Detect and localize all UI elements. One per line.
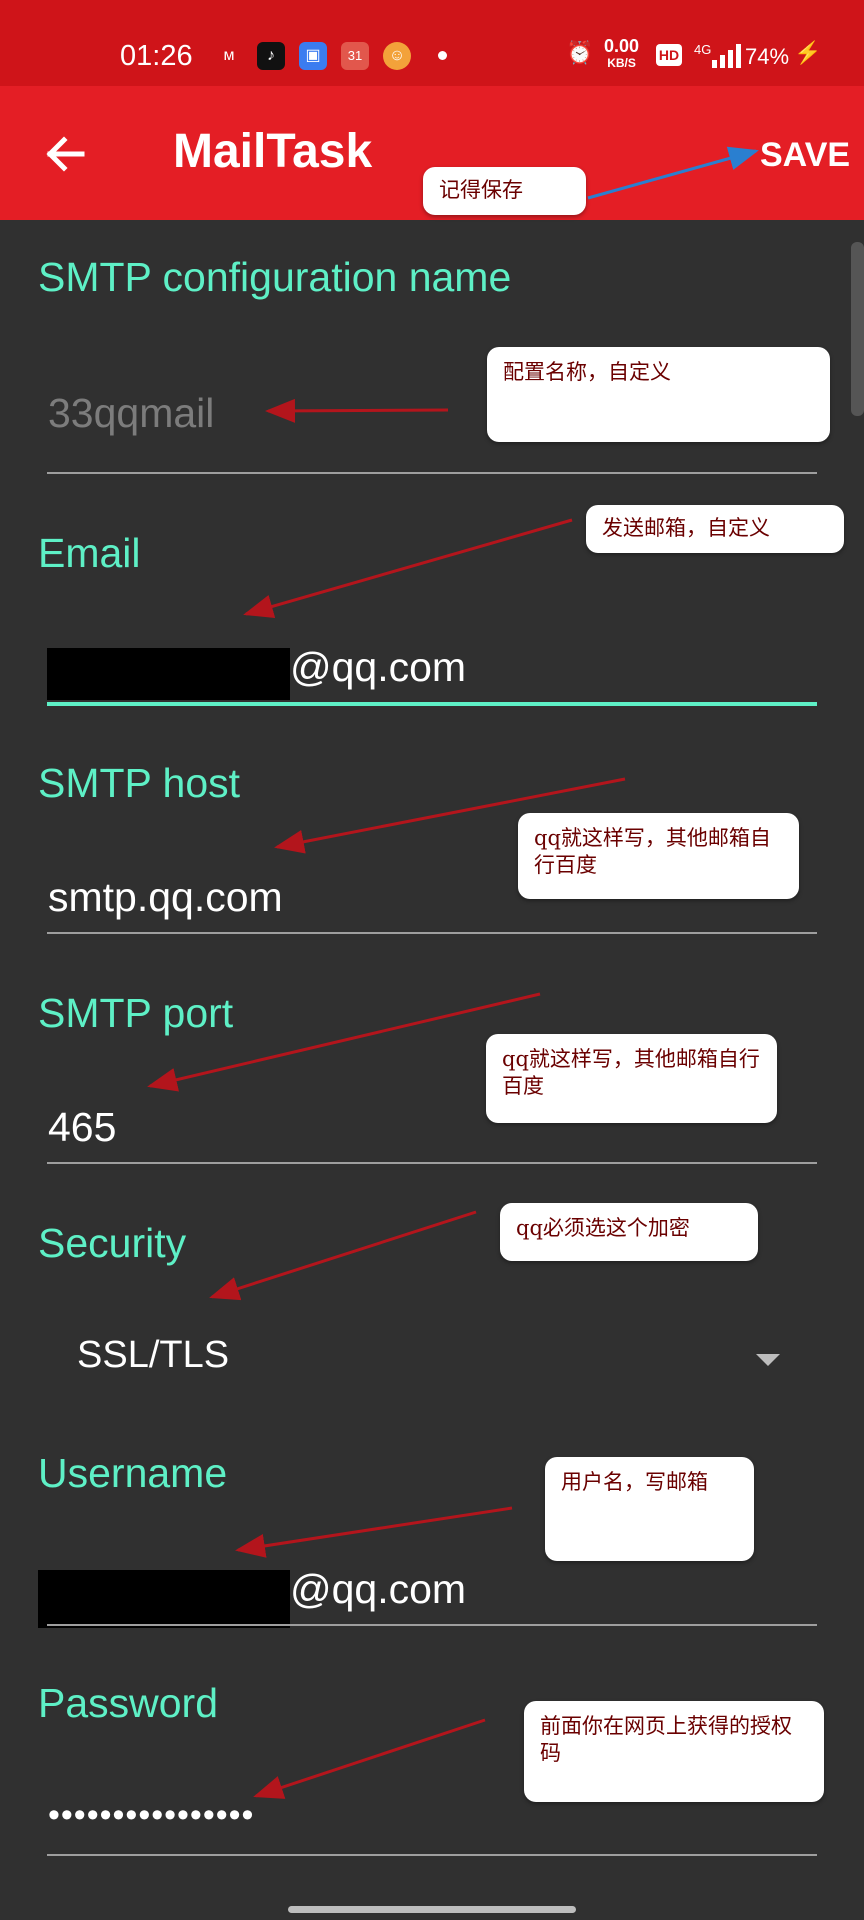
battery-level: 74% (745, 44, 790, 69)
username-label: Username (38, 1450, 228, 1496)
notification-dot-icon (438, 51, 447, 60)
page-title: MailTask (173, 125, 373, 178)
password-label: Password (38, 1680, 219, 1726)
charging-icon: ⚡ (794, 40, 822, 65)
network-type: 4G (694, 42, 712, 57)
annotation-username-note: 用户名，写邮箱 (545, 1457, 754, 1561)
calendar-icon: 31 (341, 42, 369, 70)
hd-icon: HD (656, 44, 682, 66)
redacted-block (47, 648, 290, 700)
email-label: Email (38, 530, 141, 576)
password-underline (47, 1854, 817, 1856)
email-underline (47, 702, 817, 706)
username-underline (47, 1624, 817, 1626)
redacted-block (38, 1570, 290, 1628)
status-bar: 01:26 ᴍ ♪ ▣ 31 ☺ ⏰ 0.00 KB/S HD 4G 74% ⚡ (0, 0, 864, 86)
network-speed-value: 0.00 (604, 36, 640, 56)
smtp-port-underline (47, 1162, 817, 1164)
annotation-save-note: 记得保存 (423, 167, 586, 215)
annotation-config-note: 配置名称，自定义 (487, 347, 830, 442)
multiwindow-icon: ▣ (299, 42, 327, 70)
smtp-host-underline (47, 932, 817, 934)
status-time: 01:26 (120, 40, 193, 72)
email-input[interactable]: @qq.com (290, 644, 466, 691)
back-arrow-icon[interactable] (38, 126, 94, 182)
annotation-host-note: qq就这样写，其他邮箱自行百度 (518, 813, 799, 899)
config-name-underline (47, 472, 817, 474)
annotation-email-note: 发送邮箱，自定义 (586, 505, 844, 553)
dropdown-chevron-icon[interactable] (756, 1354, 780, 1366)
save-button[interactable]: SAVE (760, 136, 850, 175)
annotation-port-note: qq就这样写，其他邮箱自行百度 (486, 1034, 777, 1123)
network-speed: 0.00 KB/S (604, 36, 640, 72)
smtp-port-input[interactable]: 465 (48, 1104, 116, 1151)
signal-icon (712, 44, 741, 68)
config-name-input[interactable]: 33qqmail (48, 390, 214, 437)
smtp-host-input[interactable]: smtp.qq.com (48, 874, 283, 921)
annotation-password-note: 前面你在网页上获得的授权码 (524, 1701, 824, 1802)
smtp-port-label: SMTP port (38, 990, 234, 1036)
smtp-host-label: SMTP host (38, 760, 241, 806)
mi-icon: ᴍ (223, 47, 235, 64)
home-indicator[interactable] (288, 1906, 576, 1913)
alarm-icon: ⏰ (566, 40, 594, 65)
username-input[interactable]: @qq.com (290, 1566, 466, 1613)
game-avatar-icon: ☺ (383, 42, 411, 70)
annotation-security-note: qq必须选这个加密 (500, 1203, 758, 1261)
security-select[interactable]: SSL/TLS (77, 1334, 229, 1377)
scrollbar[interactable] (851, 242, 864, 416)
config-name-label: SMTP configuration name (38, 254, 512, 300)
network-speed-unit: KB/S (607, 56, 636, 70)
password-input[interactable]: •••••••••••••••• (48, 1796, 254, 1835)
security-label: Security (38, 1220, 187, 1266)
tiktok-icon: ♪ (257, 42, 285, 70)
